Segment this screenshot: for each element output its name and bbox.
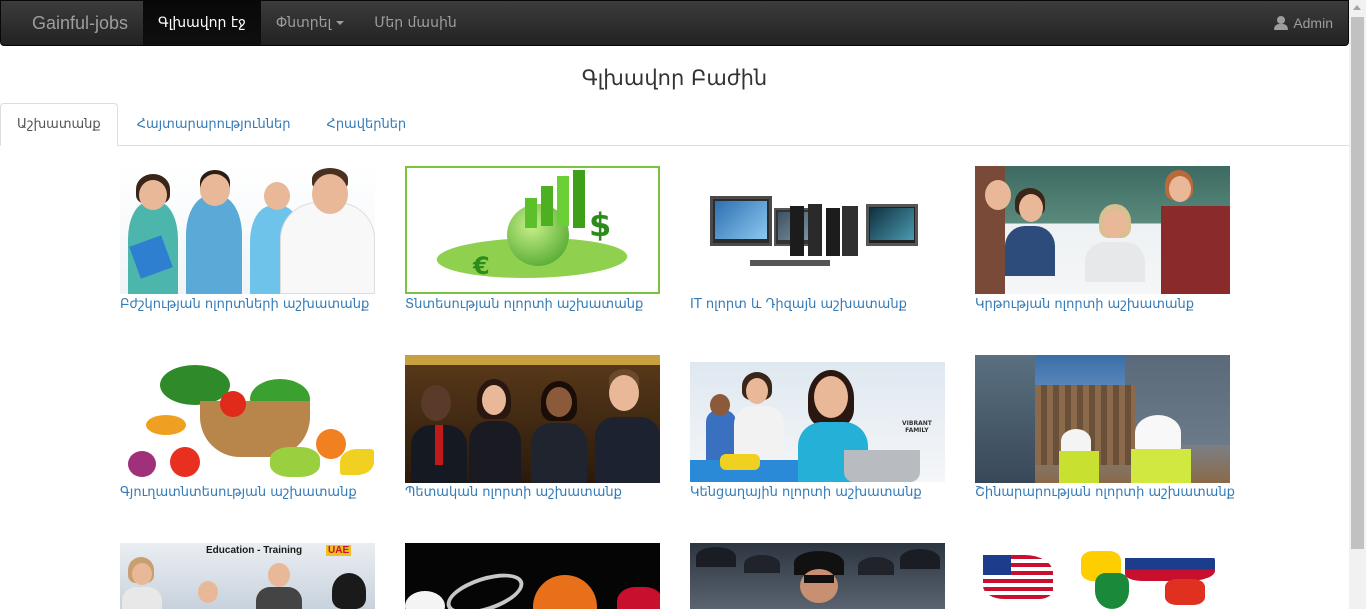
economy-image[interactable]: $ € (405, 166, 660, 294)
category-education[interactable]: Կրթության ոլորտի աշխատանք (975, 166, 1230, 312)
tab-invitations[interactable]: Հրավերներ (310, 103, 424, 145)
nav-home[interactable]: Գլխավոր էջ (143, 1, 261, 45)
scroll-thumb[interactable] (1351, 17, 1364, 549)
tab-bar: Աշխատանք Հայտարարություններ Հրավերներ (0, 103, 1349, 146)
sport-image[interactable] (405, 543, 660, 609)
education-image[interactable] (975, 166, 1230, 294)
category-military[interactable] (690, 543, 945, 609)
category-international[interactable] (975, 543, 1230, 609)
page-title: Գլխավոր Բաժին (581, 66, 768, 90)
category-construction[interactable]: Շինարարության ոլորտի աշխատանք (975, 355, 1235, 500)
category-training[interactable]: Education - Training UAE (120, 543, 375, 609)
category-label[interactable]: IT ոլորտ և Դիզայն աշխատանք (690, 297, 907, 312)
construction-image[interactable] (975, 355, 1230, 483)
category-economy[interactable]: $ € Տնտեսության ոլորտի աշխատանք (405, 166, 660, 312)
category-label[interactable]: Կրթության ոլորտի աշխատանք (975, 297, 1194, 312)
world-image[interactable] (975, 543, 1230, 609)
brand-link[interactable]: Gainful-jobs (1, 1, 143, 45)
training-banner: Education - Training (206, 545, 303, 556)
caret-down-icon (336, 21, 345, 25)
user-menu[interactable]: Admin (1274, 1, 1348, 45)
vertical-scrollbar[interactable] (1349, 0, 1366, 609)
category-service[interactable]: VIBRANT FAMILY Կենցաղային ոլորտի աշխատան… (690, 362, 945, 500)
nav-about[interactable]: Մեր մասին (359, 1, 471, 45)
service-image[interactable]: VIBRANT FAMILY (690, 362, 945, 482)
category-label[interactable]: Գյուղատնտեսության աշխատանք (120, 485, 357, 500)
user-icon (1274, 16, 1289, 30)
top-navbar: Gainful-jobs Գլխավոր էջ Փնտրել Մեր մասին… (0, 0, 1349, 46)
training-image[interactable]: Education - Training UAE (120, 543, 375, 609)
medical-image[interactable] (120, 166, 375, 294)
category-label[interactable]: Պետական ոլորտի աշխատանք (405, 485, 622, 500)
tab-jobs[interactable]: Աշխատանք (0, 103, 118, 146)
category-medical[interactable]: Բժշկության ոլորտների աշխատանք (120, 166, 375, 312)
category-label[interactable]: Կենցաղային ոլորտի աշխատանք (690, 485, 922, 500)
category-government[interactable]: Պետական ոլորտի աշխատանք (405, 355, 660, 500)
scroll-up-icon[interactable] (1353, 5, 1361, 10)
category-it[interactable]: IT ոլորտ և Դիզայն աշխատանք (690, 166, 945, 312)
government-image[interactable] (405, 355, 660, 483)
user-name: Admin (1293, 15, 1333, 31)
agriculture-image[interactable] (120, 355, 375, 483)
category-label[interactable]: Բժշկության ոլորտների աշխատանք (120, 297, 369, 312)
training-uae: UAE (326, 545, 352, 556)
category-agriculture[interactable]: Գյուղատնտեսության աշխատանք (120, 355, 375, 500)
page: Gainful-jobs Գլխավոր էջ Փնտրել Մեր մասին… (0, 0, 1349, 609)
tab-announcements[interactable]: Հայտարարություններ (120, 103, 308, 145)
it-image[interactable] (690, 166, 945, 294)
category-label[interactable]: Շինարարության ոլորտի աշխատանք (975, 485, 1235, 500)
brand-logo: VIBRANT FAMILY (902, 420, 932, 434)
nav-search-dropdown[interactable]: Փնտրել (261, 1, 359, 45)
military-image[interactable] (690, 543, 945, 609)
nav-search-label: Փնտրել (275, 15, 332, 31)
category-label[interactable]: Տնտեսության ոլորտի աշխատանք (405, 297, 643, 312)
category-sport[interactable] (405, 543, 660, 609)
